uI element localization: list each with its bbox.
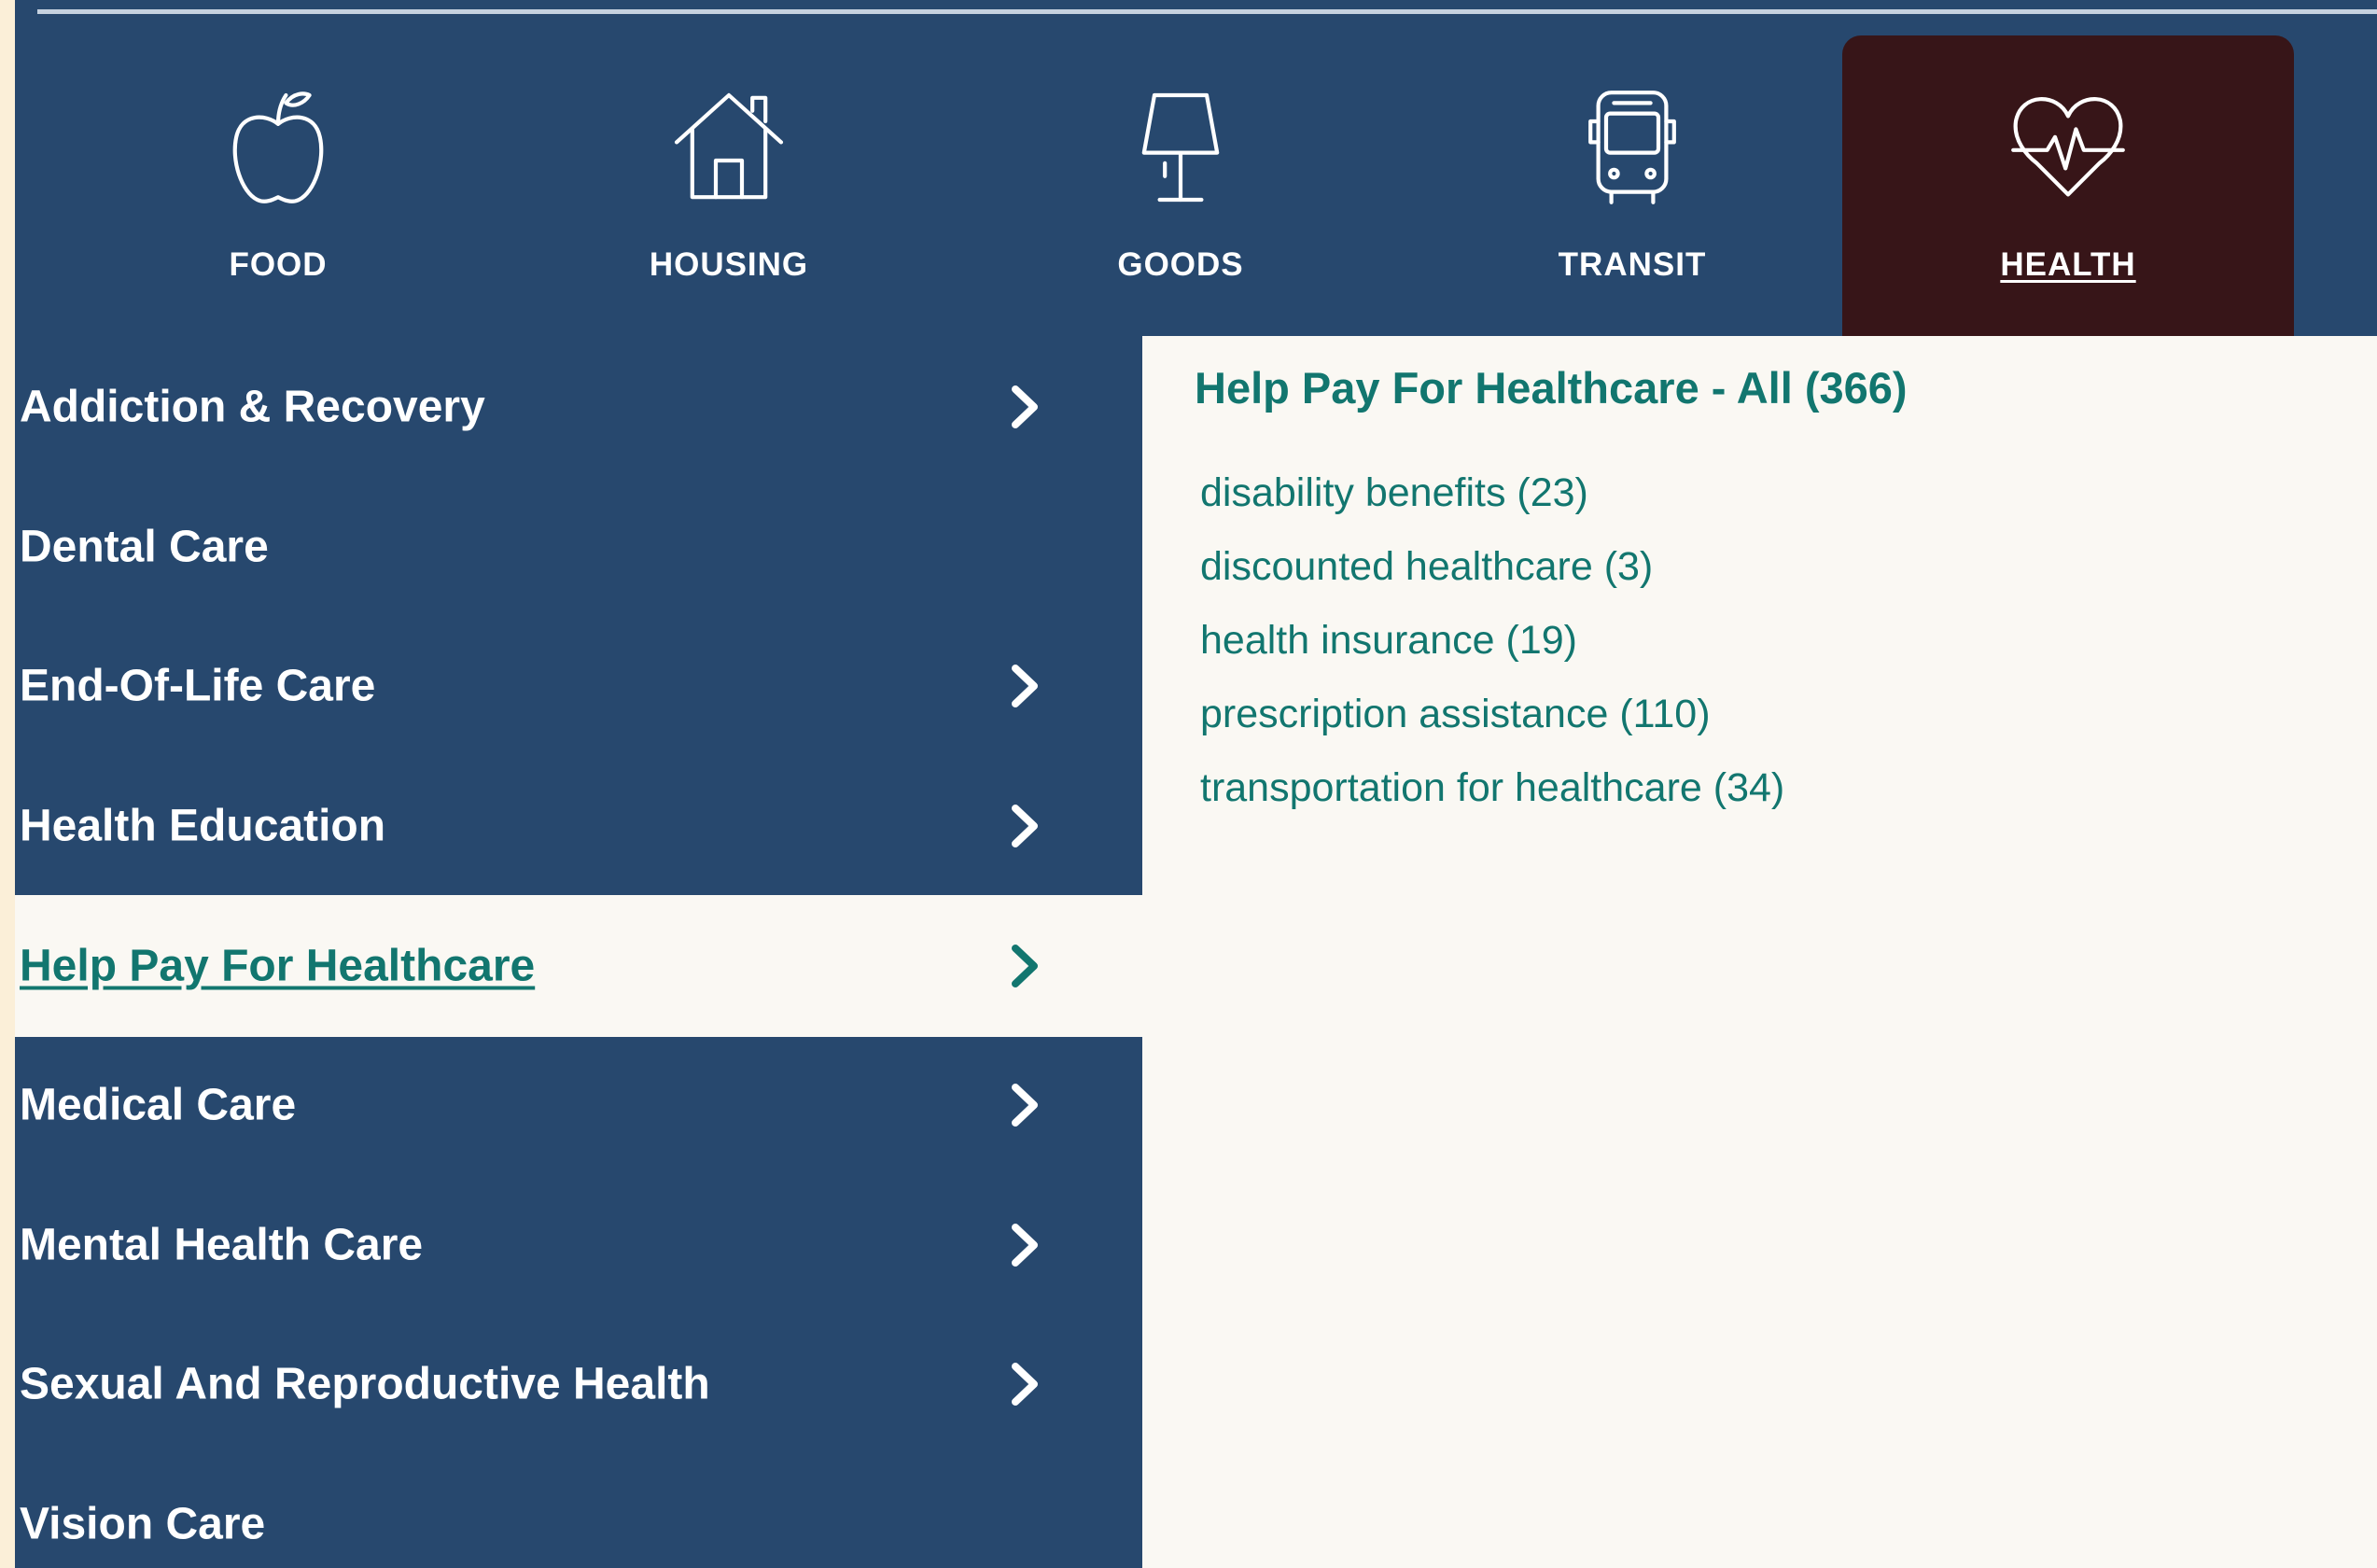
subcategory-link-health-insurance[interactable]: health insurance (19) — [1200, 614, 1784, 688]
chevron-right-icon — [1010, 1082, 1042, 1128]
chevron-right-icon — [1010, 943, 1042, 989]
sidebar-item-vision-care[interactable]: Vision Care — [15, 1453, 1142, 1568]
heartbeat-icon — [2003, 82, 2133, 213]
sidebar-item-end-of-life-care[interactable]: End-Of-Life Care — [15, 615, 1142, 757]
sidebar-item-label: Mental Health Care — [20, 1220, 424, 1270]
sidebar-item-dental-care[interactable]: Dental Care — [15, 476, 1142, 618]
sidebar-item-help-pay-for-healthcare[interactable]: Help Pay For Healthcare — [15, 895, 1142, 1037]
subcategory-link-discounted-healthcare[interactable]: discounted healthcare (3) — [1200, 540, 1784, 614]
subcategory-list: disability benefits (23) discounted heal… — [1200, 467, 1784, 835]
category-label: FOOD — [229, 246, 328, 283]
sidebar-item-label: Dental Care — [20, 522, 269, 572]
subcategory-link-transportation-for-healthcare[interactable]: transportation for healthcare (34) — [1200, 762, 1784, 835]
category-food[interactable]: FOOD — [52, 35, 504, 336]
chevron-right-icon — [1010, 803, 1042, 849]
category-nav: FOOD HOUSING GOODS TRANSIT HEALTH — [15, 0, 2377, 336]
category-health[interactable]: HEALTH — [1842, 35, 2294, 336]
sidebar-item-medical-care[interactable]: Medical Care — [15, 1034, 1142, 1176]
sidebar-item-health-education[interactable]: Health Education — [15, 755, 1142, 897]
sidebar-item-label: Medical Care — [20, 1080, 297, 1130]
subcategory-link-prescription-assistance[interactable]: prescription assistance (110) — [1200, 688, 1784, 762]
sidebar-item-mental-health-care[interactable]: Mental Health Care — [15, 1174, 1142, 1316]
lamp-icon — [1115, 82, 1246, 213]
chevron-right-icon — [1010, 663, 1042, 709]
category-goods[interactable]: GOODS — [955, 35, 1406, 336]
subcategory-link-disability-benefits[interactable]: disability benefits (23) — [1200, 467, 1784, 540]
sidebar-item-label: Help Pay For Healthcare — [20, 941, 536, 991]
chevron-right-icon — [1010, 384, 1042, 430]
top-rule — [37, 9, 2377, 14]
sidebar-item-label: End-Of-Life Care — [20, 661, 376, 711]
sidebar-item-label: Vision Care — [20, 1499, 266, 1549]
sidebar-item-label: Health Education — [20, 801, 386, 851]
sidebar-item-sexual-reproductive-health[interactable]: Sexual And Reproductive Health — [15, 1313, 1142, 1455]
subcategory-sidebar: Addiction & Recovery Dental Care End-Of-… — [15, 336, 1142, 1568]
sidebar-item-label: Addiction & Recovery — [20, 382, 485, 432]
chevron-right-icon — [1010, 1361, 1042, 1407]
subcategory-panel: Help Pay For Healthcare - All (366) disa… — [1142, 336, 2377, 1568]
category-label: HOUSING — [649, 246, 809, 283]
house-icon — [664, 82, 794, 213]
category-transit[interactable]: TRANSIT — [1406, 35, 1858, 336]
category-label: GOODS — [1117, 246, 1244, 283]
panel-heading[interactable]: Help Pay For Healthcare - All (366) — [1195, 362, 1908, 413]
chevron-right-icon — [1010, 1222, 1042, 1268]
category-label: HEALTH — [2000, 246, 2136, 283]
category-label: TRANSIT — [1558, 246, 1707, 283]
app-window: FOOD HOUSING GOODS TRANSIT HEALTH Addict… — [15, 0, 2377, 1568]
sidebar-item-addiction-recovery[interactable]: Addiction & Recovery — [15, 336, 1142, 478]
sidebar-item-label: Sexual And Reproductive Health — [20, 1359, 710, 1409]
bus-icon — [1567, 82, 1698, 213]
apple-icon — [213, 82, 343, 213]
category-housing[interactable]: HOUSING — [503, 35, 955, 336]
